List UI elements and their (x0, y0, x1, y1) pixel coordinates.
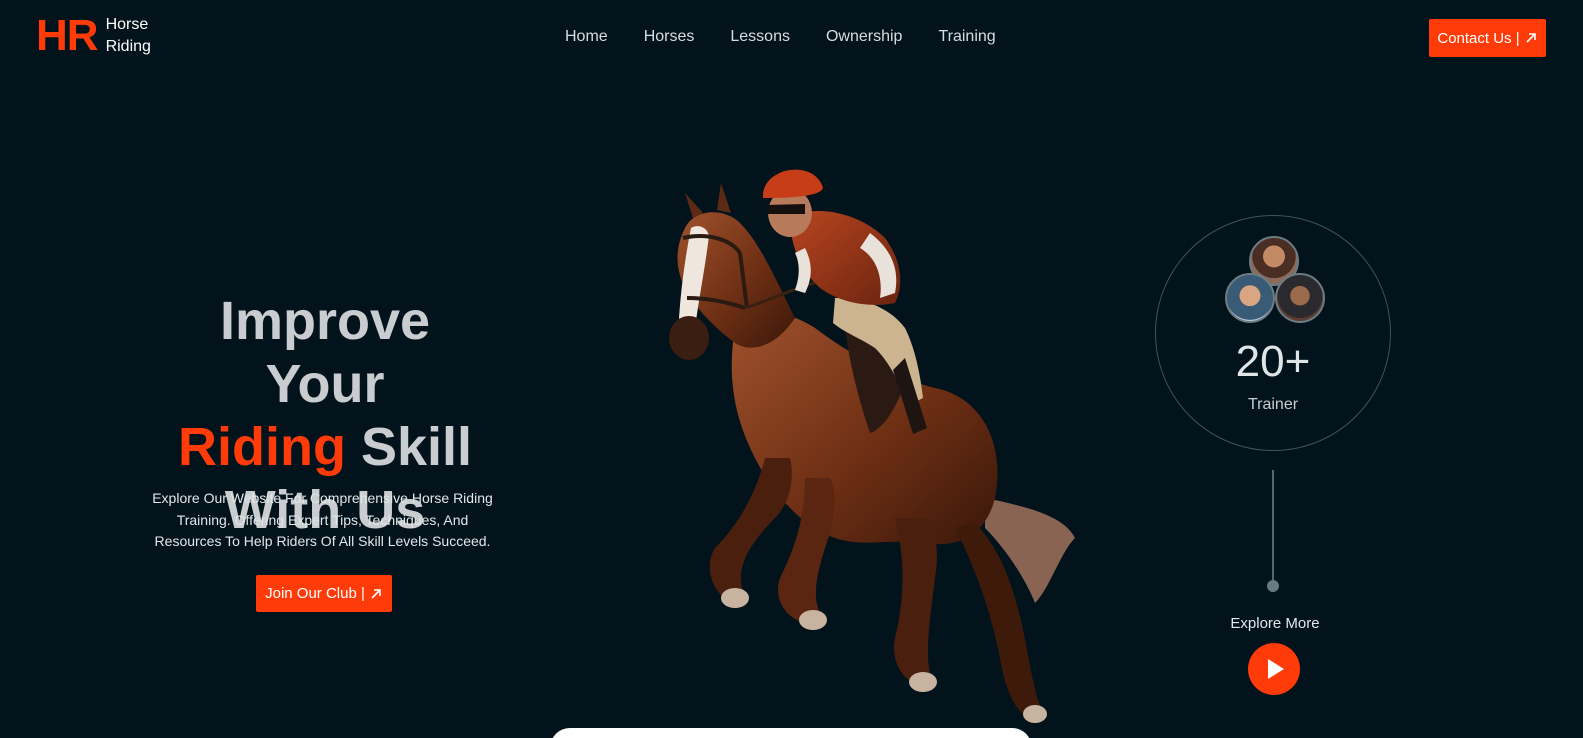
horse-rider-image (669, 169, 1075, 723)
hero-title-accent: Riding (177, 417, 346, 477)
hero-title-line-2-rest: Skill (345, 417, 473, 477)
logo[interactable]: HR Horse Riding (36, 14, 151, 58)
nav-lessons[interactable]: Lessons (730, 28, 790, 46)
bottom-panel (550, 728, 1032, 738)
trainer-label: Trainer (1247, 396, 1299, 413)
join-club-button[interactable]: Join Our Club | (256, 575, 392, 612)
explore-more-label: Explore More (1230, 615, 1320, 632)
timeline-line (1272, 470, 1274, 585)
hero-description: Explore Our Website For Comprehensive Ho… (152, 490, 493, 549)
timeline-dot (1267, 580, 1279, 592)
main-nav: Home Horses Lessons Ownership Training (565, 28, 1032, 46)
nav-ownership[interactable]: Ownership (826, 28, 902, 46)
arrow-up-right-icon (371, 588, 381, 599)
hero-title-line-2: Riding Skill (155, 416, 495, 479)
nav-training[interactable]: Training (938, 28, 995, 46)
contact-us-button[interactable]: Contact Us | (1429, 19, 1546, 57)
nav-horses[interactable]: Horses (644, 28, 695, 46)
logo-mark: HR (36, 11, 99, 60)
trainer-avatar (1225, 273, 1275, 323)
trainer-stat-circle: 20+ Trainer (1155, 215, 1391, 451)
logo-line-2: Riding (105, 38, 151, 55)
logo-line-1: Horse (105, 16, 149, 33)
nav-home[interactable]: Home (565, 28, 608, 46)
contact-us-label: Contact Us | (1437, 29, 1520, 47)
hero-title-line-1: Improve Your (219, 291, 431, 414)
trainer-count: 20+ (1235, 337, 1311, 386)
join-club-label: Join Our Club | (265, 585, 365, 602)
play-button[interactable] (1248, 643, 1300, 695)
logo-text: Horse Riding (106, 14, 151, 58)
trainer-avatar (1275, 273, 1325, 323)
play-icon (1268, 659, 1284, 679)
arrow-up-right-icon (1526, 33, 1536, 43)
